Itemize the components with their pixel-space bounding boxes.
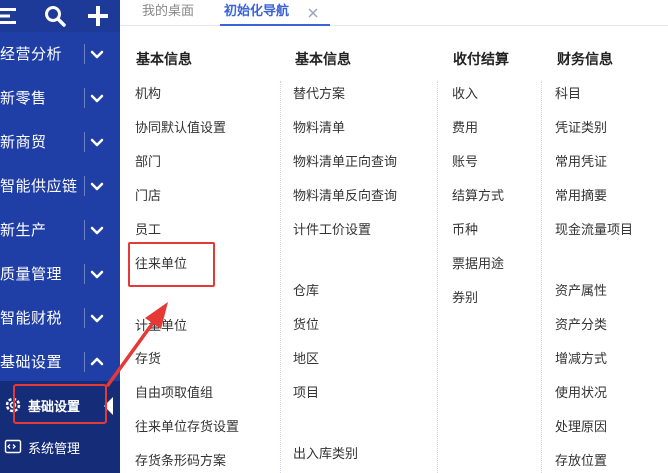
sidebar-item-label: 经营分析 [0, 45, 63, 63]
nav-link-usage-status[interactable]: 使用状况 [555, 382, 607, 401]
column-header: 收付结算 [453, 52, 509, 68]
chevron-down-icon[interactable] [89, 90, 105, 106]
chevron-down-icon[interactable] [89, 222, 105, 238]
submenu-item-label: 系统管理 [28, 442, 81, 457]
plus-icon[interactable] [86, 4, 110, 28]
nav-link-asset-attribute[interactable]: 资产属性 [555, 280, 607, 299]
nav-link-barcode-scheme[interactable]: 存货条形码方案 [135, 450, 226, 469]
tab-my-desktop[interactable]: 我的桌面 [130, 0, 220, 26]
nav-link-settlement-method[interactable]: 结算方式 [452, 185, 504, 204]
nav-link-change-method[interactable]: 增减方式 [555, 348, 607, 367]
nav-link-bom[interactable]: 物料清单 [293, 117, 345, 136]
divider [84, 44, 85, 64]
nav-link-io-category[interactable]: 出入库类别 [293, 443, 358, 462]
nav-link-store[interactable]: 门店 [135, 185, 161, 204]
nav-link-free-item-group[interactable]: 自由项取值组 [135, 382, 213, 401]
nav-link-disposal-reason[interactable]: 处理原因 [555, 416, 607, 435]
chevron-down-icon[interactable] [89, 178, 105, 194]
sidebar-item-quality[interactable]: 质量管理 [0, 252, 120, 296]
nav-link-substitute-plan[interactable]: 替代方案 [293, 83, 345, 102]
tab-label: 初始化导航 [224, 4, 290, 19]
sidebar-item-new-retail[interactable]: 新零售 [0, 76, 120, 120]
collapse-menu-icon[interactable] [0, 4, 20, 28]
divider [84, 264, 85, 284]
nav-link-asset-category[interactable]: 资产分类 [555, 314, 607, 333]
sidebar-item-business-analysis[interactable]: 经营分析 [0, 32, 120, 76]
divider [84, 88, 85, 108]
column-divider [541, 81, 542, 473]
nav-link-location[interactable]: 货位 [293, 314, 319, 333]
divider [84, 132, 85, 152]
close-icon[interactable] [306, 6, 320, 20]
nav-link-common-summary[interactable]: 常用摘要 [555, 185, 607, 204]
highlight-box-basic-settings [13, 384, 107, 424]
chevron-down-icon[interactable] [89, 46, 105, 62]
nav-link-partner-inventory[interactable]: 往来单位存货设置 [135, 416, 239, 435]
sidebar-item-label: 新生产 [0, 221, 47, 239]
nav-link-collab-defaults[interactable]: 协同默认值设置 [135, 117, 226, 136]
highlight-box-partner [128, 242, 215, 287]
nav-link-storage-location[interactable]: 存放位置 [555, 450, 607, 469]
nav-link-bill-purpose[interactable]: 票据用途 [452, 253, 504, 272]
nav-link-common-voucher[interactable]: 常用凭证 [555, 151, 607, 170]
nav-link-account-no[interactable]: 账号 [452, 151, 478, 170]
column-divider [280, 81, 281, 473]
code-window-icon [4, 439, 22, 454]
nav-link-income[interactable]: 收入 [452, 83, 478, 102]
nav-link-inventory[interactable]: 存货 [135, 348, 161, 367]
chevron-down-icon[interactable] [89, 266, 105, 282]
sidebar-item-label: 新零售 [0, 89, 47, 107]
divider [84, 308, 85, 328]
divider [84, 352, 85, 372]
tab-bar: 我的桌面 初始化导航 [120, 0, 668, 26]
chevron-down-icon[interactable] [89, 310, 105, 326]
nav-link-voucher-type[interactable]: 凭证类别 [555, 117, 607, 136]
tab-label: 我的桌面 [142, 4, 195, 19]
nav-link-piece-rate[interactable]: 计件工价设置 [293, 219, 371, 238]
divider [84, 220, 85, 240]
sidebar-item-label: 智能供应链 [0, 177, 78, 195]
sidebar-item-new-trade[interactable]: 新商贸 [0, 120, 120, 164]
nav-link-region[interactable]: 地区 [293, 348, 319, 367]
column-header: 财务信息 [557, 52, 613, 68]
sidebar-item-supply-chain[interactable]: 智能供应链 [0, 164, 120, 208]
nav-link-employee[interactable]: 员工 [135, 219, 161, 238]
nav-link-cashflow-item[interactable]: 现金流量项目 [555, 219, 633, 238]
divider [84, 176, 85, 196]
sidebar-item-label: 基础设置 [0, 353, 63, 371]
column-header: 基本信息 [295, 52, 351, 68]
nav-link-department[interactable]: 部门 [135, 151, 161, 170]
nav-link-currency[interactable]: 币种 [452, 219, 478, 238]
sidebar-item-label: 新商贸 [0, 133, 47, 151]
nav-link-subject[interactable]: 科目 [555, 83, 581, 102]
chevron-down-icon[interactable] [89, 134, 105, 150]
nav-link-org[interactable]: 机构 [135, 83, 161, 102]
submenu-item-system-management[interactable]: 系统管理 [0, 425, 120, 469]
sidebar-item-label: 智能财税 [0, 309, 63, 327]
sidebar-top-bar [0, 0, 120, 32]
search-icon[interactable] [43, 4, 67, 28]
nav-link-unit[interactable]: 计量单位 [135, 315, 187, 334]
nav-link-bom-reverse-query[interactable]: 物料清单反向查询 [293, 185, 397, 204]
nav-link-expense[interactable]: 费用 [452, 117, 478, 136]
sidebar-item-new-production[interactable]: 新生产 [0, 208, 120, 252]
nav-link-project[interactable]: 项目 [293, 382, 319, 401]
nav-link-bom-forward-query[interactable]: 物料清单正向查询 [293, 151, 397, 170]
sidebar-item-label: 质量管理 [0, 265, 63, 283]
chevron-up-icon[interactable] [89, 354, 105, 370]
column-header: 基本信息 [136, 52, 192, 68]
sidebar-item-basic-settings[interactable]: 基础设置 [0, 340, 120, 384]
column-divider [437, 81, 438, 473]
nav-link-warehouse[interactable]: 仓库 [293, 280, 319, 299]
sidebar-item-finance-tax[interactable]: 智能财税 [0, 296, 120, 340]
nav-link-denomination[interactable]: 券别 [452, 287, 478, 306]
